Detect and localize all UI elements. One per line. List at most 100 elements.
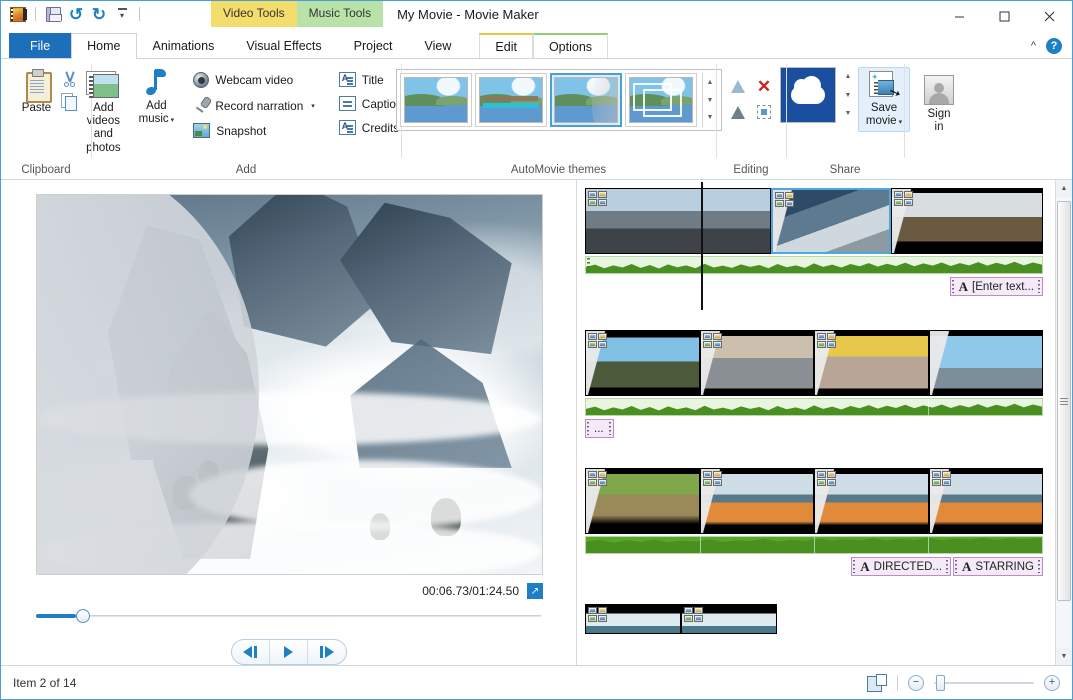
- save-movie-label-2: movie: [866, 115, 897, 127]
- save-icon[interactable]: [44, 5, 62, 23]
- audio-track-2[interactable]: [585, 398, 1043, 416]
- share-more-icon[interactable]: ▼: [840, 105, 856, 122]
- quick-access-toolbar: ↺ ↺ ▾: [1, 1, 147, 27]
- clip-crowd-street[interactable]: [700, 330, 815, 396]
- fade-out-button[interactable]: [725, 99, 751, 125]
- record-narration-label: Record narration: [215, 99, 303, 113]
- share-scroll-buttons: ▲ ▼ ▼: [840, 67, 856, 123]
- text-chip-directed[interactable]: A DIRECTED...: [851, 557, 951, 576]
- text-chip-ellipsis[interactable]: ...: [585, 419, 614, 438]
- clip-orange-roofs-1[interactable]: [700, 468, 815, 534]
- tab-home[interactable]: Home: [71, 33, 136, 58]
- undo-icon[interactable]: ↺: [67, 5, 85, 23]
- tab-view[interactable]: View: [409, 33, 468, 58]
- clip-effect-icons: [588, 333, 607, 348]
- fade-out-icon: [731, 106, 745, 119]
- storyboard-row-1: A [Enter text...: [585, 188, 1043, 296]
- add-music-button[interactable]: Add music▾: [133, 65, 179, 130]
- clip-shanghai-skyline[interactable]: [929, 330, 1044, 396]
- ribbon-home: Paste Clipboard: [1, 58, 1072, 180]
- share-scroll-down-icon[interactable]: ▼: [840, 87, 856, 104]
- clip-orange-roofs-3[interactable]: [929, 468, 1044, 534]
- zoom-in-button[interactable]: +: [1044, 675, 1060, 691]
- next-frame-button[interactable]: [308, 640, 346, 664]
- text-chip-enter-text[interactable]: A [Enter text...: [950, 277, 1043, 296]
- tab-project[interactable]: Project: [338, 33, 409, 58]
- zoom-slider-thumb[interactable]: [936, 675, 945, 691]
- zoom-out-button[interactable]: −: [908, 675, 924, 691]
- tab-edit[interactable]: Edit: [479, 33, 533, 58]
- row-3-text-labels: A DIRECTED... A STARRING: [585, 557, 1043, 576]
- item-status-label: Item 2 of 14: [13, 676, 76, 690]
- minimize-button[interactable]: [937, 1, 982, 31]
- customize-qat-icon[interactable]: ▾: [113, 5, 131, 23]
- fullscreen-icon[interactable]: ↗: [527, 583, 543, 599]
- audio-track-3[interactable]: [585, 536, 1043, 554]
- theme-item-2[interactable]: [475, 73, 547, 127]
- tab-animations[interactable]: Animations: [137, 33, 231, 58]
- credits-text-icon: A: [339, 120, 356, 135]
- help-icon[interactable]: ?: [1046, 38, 1062, 54]
- themes-group-title: AutoMovie themes: [401, 164, 716, 180]
- select-all-icon: [757, 105, 771, 119]
- audio-waveform: [586, 257, 1042, 273]
- clip-airplane-boarding[interactable]: [585, 188, 771, 254]
- theme-item-3[interactable]: [550, 73, 622, 127]
- video-preview[interactable]: [36, 194, 543, 575]
- webcam-icon: [193, 72, 209, 88]
- share-scroll-up-icon[interactable]: ▲: [840, 68, 856, 85]
- scrollbar-thumb[interactable]: [1057, 201, 1071, 601]
- scroll-up-icon[interactable]: ▲: [1056, 180, 1072, 197]
- previous-frame-button[interactable]: [232, 640, 270, 664]
- scrollbar-track[interactable]: [1056, 197, 1072, 648]
- storyboard-scrollbar[interactable]: ▲ ▼: [1055, 180, 1072, 665]
- play-icon: [284, 646, 293, 658]
- qat-divider-2: [139, 7, 140, 21]
- microphone-icon: [193, 97, 209, 114]
- tab-visual-effects[interactable]: Visual Effects: [230, 33, 337, 58]
- clip-effect-icons: [775, 192, 794, 207]
- text-chip-starring[interactable]: A STARRING: [953, 557, 1043, 576]
- storyboard-timeline-toggle-icon[interactable]: [867, 674, 887, 692]
- seek-thumb[interactable]: [76, 609, 90, 623]
- clip-orange-roofs-2[interactable]: [814, 468, 929, 534]
- clip-temple-pavilion[interactable]: [585, 330, 700, 396]
- redo-icon[interactable]: ↺: [90, 5, 108, 23]
- sign-in-label-1: Sign: [927, 108, 950, 120]
- play-button[interactable]: [270, 640, 308, 664]
- audio-track-1[interactable]: [585, 256, 1043, 274]
- text-chip-icon: A: [860, 559, 869, 575]
- fade-in-button[interactable]: [725, 73, 751, 99]
- zoom-slider[interactable]: [934, 675, 1034, 691]
- theme-item-1[interactable]: [400, 73, 472, 127]
- clip-misty-mountains[interactable]: [771, 188, 891, 254]
- movie-maker-icon[interactable]: [9, 5, 27, 23]
- collapse-ribbon-icon[interactable]: ^: [1031, 40, 1036, 52]
- clip-garden-pond[interactable]: [585, 468, 700, 534]
- add-videos-and-photos-button[interactable]: Add videos and photos: [75, 65, 131, 159]
- tab-options[interactable]: Options: [533, 33, 608, 58]
- sign-in-button[interactable]: Sign in: [916, 71, 962, 138]
- theme-thumbnail-3: [554, 77, 618, 123]
- seek-bar[interactable]: [36, 609, 541, 623]
- snapshot-button[interactable]: Snapshot: [187, 120, 320, 141]
- close-button[interactable]: [1027, 1, 1072, 31]
- music-note-icon: [144, 69, 168, 97]
- tab-file[interactable]: File: [9, 33, 71, 58]
- clip-seashore-1[interactable]: [585, 604, 681, 634]
- clip-great-wall[interactable]: [891, 188, 1043, 254]
- onedrive-button[interactable]: [780, 67, 836, 123]
- save-movie-button[interactable]: ✦➘ Save movie▾: [858, 67, 910, 132]
- webcam-video-button[interactable]: Webcam video: [187, 69, 320, 91]
- text-chip-label: DIRECTED...: [874, 561, 942, 573]
- paste-button[interactable]: Paste: [14, 65, 60, 119]
- scroll-down-icon[interactable]: ▼: [1056, 648, 1072, 665]
- maximize-button[interactable]: [982, 1, 1027, 31]
- record-narration-button[interactable]: Record narration ▾: [187, 94, 320, 117]
- clip-effect-icons: [684, 607, 703, 622]
- clip-forbidden-city[interactable]: [814, 330, 929, 396]
- cloud-icon: [791, 86, 825, 104]
- clip-seashore-2[interactable]: [681, 604, 777, 634]
- theme-item-4[interactable]: [625, 73, 697, 127]
- storyboard-pane[interactable]: A [Enter text...: [576, 180, 1072, 665]
